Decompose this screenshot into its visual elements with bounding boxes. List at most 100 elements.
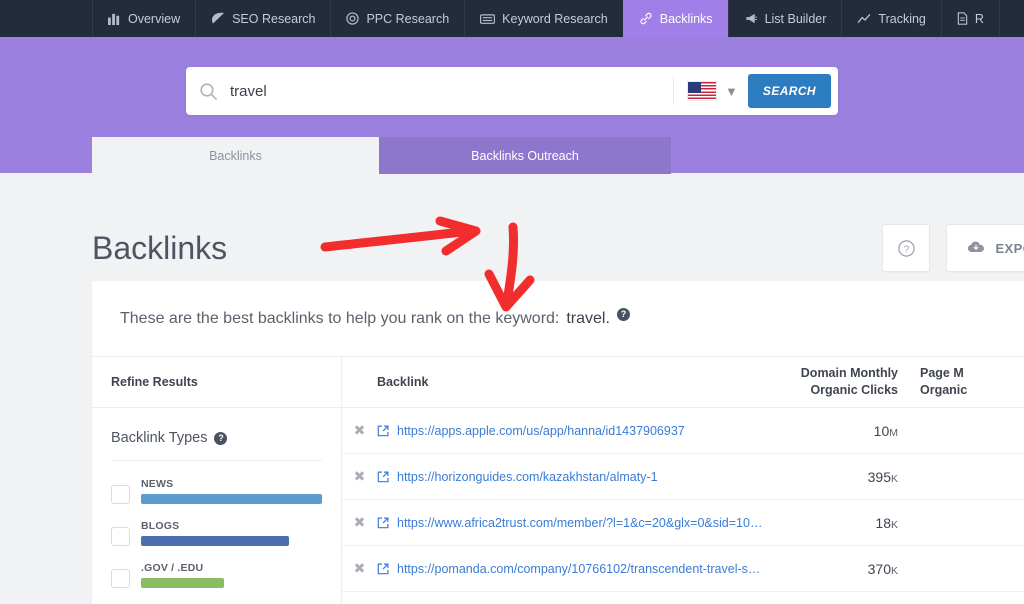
filter-bar [141,536,290,546]
nav-tab-tracking[interactable]: Tracking [841,0,940,37]
filter-item-blogs[interactable]: BLOGS [111,520,322,546]
metric-suffix: K [890,472,898,485]
filter-content: NEWS [141,478,322,504]
search-button[interactable]: SEARCH [747,74,831,108]
page-content: Backlinks ? EXPOR These are [0,173,1024,604]
target-icon [346,12,360,25]
remove-row-icon[interactable]: ✖ [342,422,377,439]
metric-value: 10 [873,422,890,439]
column-header-backlink: Backlink [377,375,429,389]
nav-tab-label: List Builder [764,11,827,26]
nav-tab-keyword-research[interactable]: Keyword Research [464,0,623,37]
card-intro: These are the best backlinks to help you… [92,281,1024,356]
table-row: ✖ https://horizonguides.com/kazakhstan/a… [342,454,1024,500]
document-icon [957,12,968,25]
link-icon [639,12,653,25]
remove-row-icon[interactable]: ✖ [342,468,377,485]
filter-item-news[interactable]: NEWS [111,478,322,504]
domain-monthly-organic-clicks-value: 18K [764,515,904,531]
column-header-line-1: Page M [920,366,964,381]
remove-row-icon[interactable]: ✖ [342,514,377,531]
sidebar-divider [111,460,322,461]
filter-label: NEWS [141,478,174,490]
sub-tab-backlinks[interactable]: Backlinks [92,137,379,174]
nav-tab-label: R [974,11,984,26]
backlinks-card: These are the best backlinks to help you… [92,281,1024,604]
filter-item-gov-edu[interactable]: .GOV / .EDU [111,562,322,588]
card-intro-keyword: travel. [566,310,610,327]
sidebar-title-label: Backlink Types [111,430,208,446]
filter-label: BLOGS [141,520,180,532]
metric-suffix: K [890,518,898,531]
remove-row-icon[interactable]: ✖ [342,560,377,577]
nav-left-spacer [0,0,92,37]
megaphone-icon [744,12,758,25]
leaf-icon [211,12,225,25]
backlink-cell: https://apps.apple.com/us/app/hanna/id14… [377,424,764,438]
table-row: ✖ https://pomanda.com/company/10766102/t… [342,546,1024,592]
refine-results-sidebar: Backlink Types ? NEWS BLOGS .GOV / .EDU [92,408,342,604]
top-navigation-bar: Overview SEO Research PPC Research Keywo… [0,0,1024,37]
sidebar-section-title: Backlink Types ? [111,430,322,460]
bar-chart-icon [108,12,121,25]
nav-tab-reports[interactable]: R [940,0,1000,37]
keyboard-icon [480,13,496,25]
nav-tab-backlinks[interactable]: Backlinks [622,0,728,37]
metric-suffix: M [889,426,898,439]
external-link-icon [377,563,389,575]
metric-suffix: K [890,564,898,577]
chevron-down-icon: ▼ [725,83,738,99]
nav-tab-label: PPC Research [366,11,450,26]
country-selector[interactable]: ▼ [673,77,748,105]
us-flag-icon [687,81,718,101]
page-header-actions: ? EXPOR [882,224,1024,272]
card-intro-text: These are the best backlinks to help you… [120,310,560,327]
domain-monthly-organic-clicks-value: 395K [764,469,904,485]
domain-monthly-organic-clicks-value: 10M [764,423,904,439]
nav-tab-ppc-research[interactable]: PPC Research [330,0,464,37]
metric-value: 395 [867,468,891,485]
nav-tab-label: Tracking [878,11,926,26]
backlink-cell: https://pomanda.com/company/10766102/tra… [377,562,764,576]
search-banner: ▼ SEARCH Backlinks Backlinks Outreach [0,37,1024,174]
nav-tab-label: Keyword Research [502,11,608,26]
sub-tab-group: Backlinks Backlinks Outreach [92,137,671,174]
nav-tab-label: SEO Research [232,11,316,26]
column-header-refine-results: Refine Results [92,357,342,407]
export-button-label: EXPOR [995,240,1024,256]
export-button[interactable]: EXPOR [946,224,1024,272]
filter-checkbox[interactable] [111,485,130,504]
backlink-url[interactable]: https://pomanda.com/company/10766102/tra… [397,562,764,576]
filter-checkbox[interactable] [111,569,130,588]
svg-text:?: ? [904,244,910,255]
page-header: Backlinks ? EXPOR [0,173,1024,281]
sub-tab-label: Backlinks [209,148,262,163]
backlink-url[interactable]: https://www.africa2trust.com/member/?l=1… [397,516,764,530]
question-mark-icon: ? [898,239,915,257]
column-header-line-1: Domain Monthly [800,366,898,381]
search-input[interactable] [230,67,674,115]
page-title: Backlinks [92,230,228,266]
backlink-types-help-icon[interactable]: ? [214,431,228,445]
nav-tab-label: Overview [128,11,181,26]
filter-content: BLOGS [141,520,322,546]
help-button[interactable]: ? [882,224,931,272]
external-link-icon [377,517,389,529]
backlink-cell: https://www.africa2trust.com/member/?l=1… [377,516,764,530]
column-header-line-2: Organic [920,383,968,397]
backlink-rows: ✖ https://apps.apple.com/us/app/hanna/id… [342,408,1024,604]
sub-tab-label: Backlinks Outreach [471,148,579,163]
backlink-url[interactable]: https://apps.apple.com/us/app/hanna/id14… [397,424,685,438]
info-help-icon[interactable]: ? [616,307,630,321]
backlink-url[interactable]: https://horizonguides.com/kazakhstan/alm… [397,470,658,484]
filter-checkbox[interactable] [111,527,130,546]
nav-tab-list-builder[interactable]: List Builder [727,0,842,37]
filter-label: .GOV / .EDU [141,562,204,574]
nav-tab-seo-research[interactable]: SEO Research [195,0,330,37]
sub-tab-backlinks-outreach[interactable]: Backlinks Outreach [379,137,671,174]
table-row: ✖ https://www.africa2trust.com/member/?l… [342,500,1024,546]
domain-monthly-organic-clicks-value: 370K [764,561,904,577]
nav-tab-overview[interactable]: Overview [92,0,195,37]
external-link-icon [377,425,389,437]
search-bar: ▼ SEARCH [186,67,838,115]
